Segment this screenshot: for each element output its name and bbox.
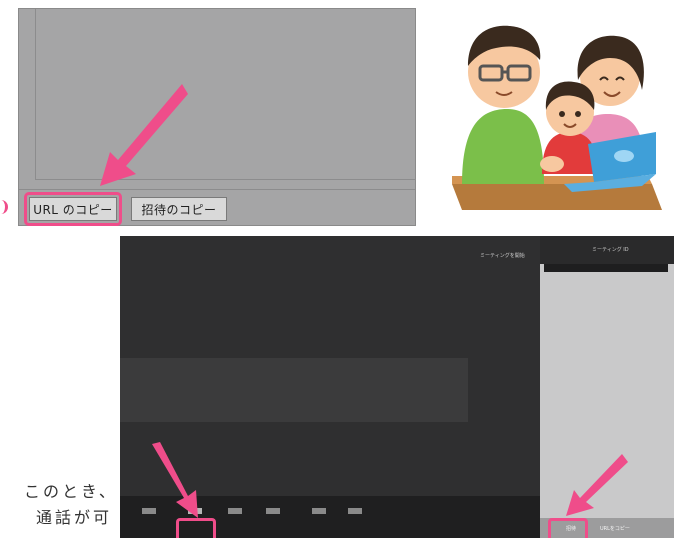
invite-highlight (548, 518, 588, 538)
invite-copy-button[interactable]: 招待のコピー (131, 197, 227, 221)
meeting-status-text: ミーティングを開始 (480, 253, 525, 259)
pink-arrow-right-icon (566, 454, 628, 516)
caption-line-1: このとき、 (24, 482, 118, 501)
copy-url-button[interactable]: URLをコピー (600, 525, 630, 532)
pink-arrow-icon (100, 84, 188, 186)
toolbar-reactions-icon[interactable] (348, 508, 362, 514)
side-panel-strip (544, 264, 668, 272)
toolbar-share-icon[interactable] (266, 508, 280, 514)
toolbar-chat-icon[interactable] (228, 508, 242, 514)
url-copy-highlight (24, 192, 122, 226)
arrow-shape (100, 84, 188, 186)
caption-line-2: 通話が可 (36, 508, 113, 527)
pink-arrow-left-icon (152, 442, 198, 518)
dialog-divider (19, 189, 415, 190)
participants-highlight (176, 518, 216, 538)
side-panel-title: ミーティング ID (592, 247, 629, 253)
family-laptop-illustration (452, 25, 662, 210)
video-band (120, 358, 468, 422)
toolbar-record-icon[interactable] (312, 508, 326, 514)
edge-mark (0, 200, 8, 214)
table (452, 184, 662, 210)
father-body (462, 109, 544, 184)
